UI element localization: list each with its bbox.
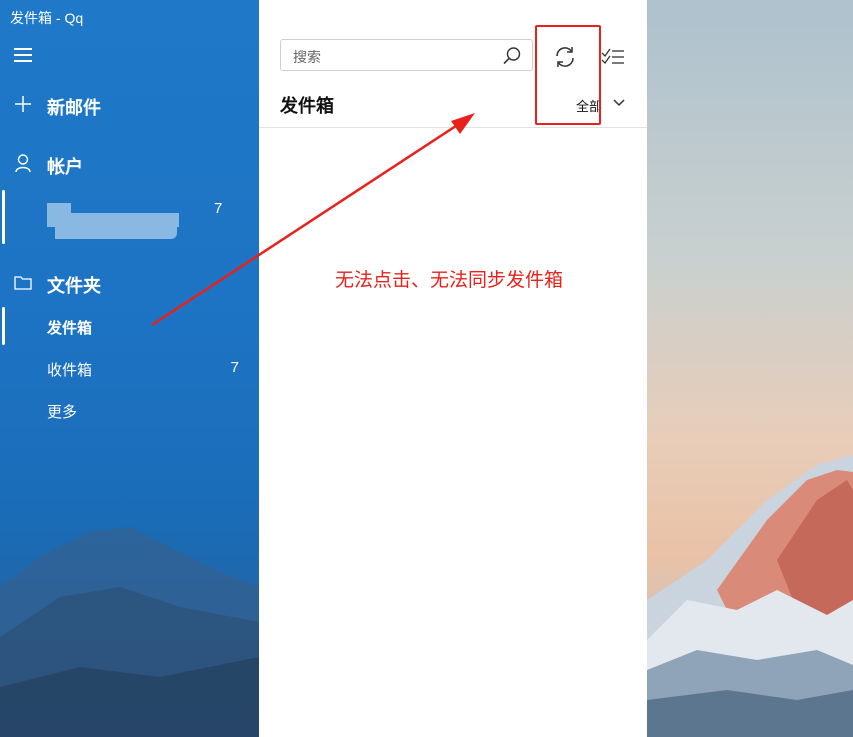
nav-background-mountain bbox=[0, 527, 259, 737]
folder-item-more[interactable]: 更多 bbox=[0, 393, 259, 427]
folder-item-label: 更多 bbox=[47, 404, 78, 421]
search-icon[interactable] bbox=[502, 46, 522, 66]
window-title: 发件箱 - Qq bbox=[10, 10, 84, 26]
person-icon bbox=[15, 154, 31, 173]
account-selection-indicator bbox=[2, 190, 5, 244]
new-mail-button[interactable]: 新邮件 bbox=[0, 86, 259, 122]
plus-icon bbox=[15, 96, 31, 112]
new-mail-label: 新邮件 bbox=[47, 98, 101, 118]
folder-item-inbox[interactable]: 收件箱 7 bbox=[0, 351, 259, 385]
reading-pane-background bbox=[647, 0, 853, 737]
select-mode-icon[interactable] bbox=[600, 44, 628, 70]
navigation-pane: 发件箱 - Qq 新邮件 帐户 7 文件夹 发件箱 收件箱 7 更多 bbox=[0, 0, 259, 737]
search-box[interactable]: 搜索 bbox=[280, 39, 533, 71]
account-unread-count: 7 bbox=[214, 200, 223, 217]
folder-item-label: 发件箱 bbox=[47, 320, 93, 337]
folders-label: 文件夹 bbox=[47, 276, 101, 296]
list-header-divider bbox=[259, 127, 647, 128]
current-folder-title: 发件箱 bbox=[280, 96, 334, 116]
chevron-down-icon[interactable] bbox=[612, 96, 626, 110]
accounts-label: 帐户 bbox=[47, 157, 83, 177]
account-name-redacted[interactable] bbox=[47, 200, 179, 240]
folder-icon bbox=[14, 276, 32, 290]
folder-item-label: 收件箱 bbox=[47, 362, 93, 379]
hamburger-icon[interactable] bbox=[14, 48, 32, 62]
folder-item-count: 7 bbox=[230, 359, 239, 376]
accounts-button[interactable]: 帐户 bbox=[0, 145, 259, 181]
folders-header[interactable]: 文件夹 bbox=[0, 264, 259, 300]
annotation-highlight-box bbox=[535, 25, 601, 125]
folder-item-outbox[interactable]: 发件箱 bbox=[0, 309, 259, 343]
search-placeholder: 搜索 bbox=[293, 49, 321, 65]
annotation-text: 无法点击、无法同步发件箱 bbox=[335, 270, 564, 291]
